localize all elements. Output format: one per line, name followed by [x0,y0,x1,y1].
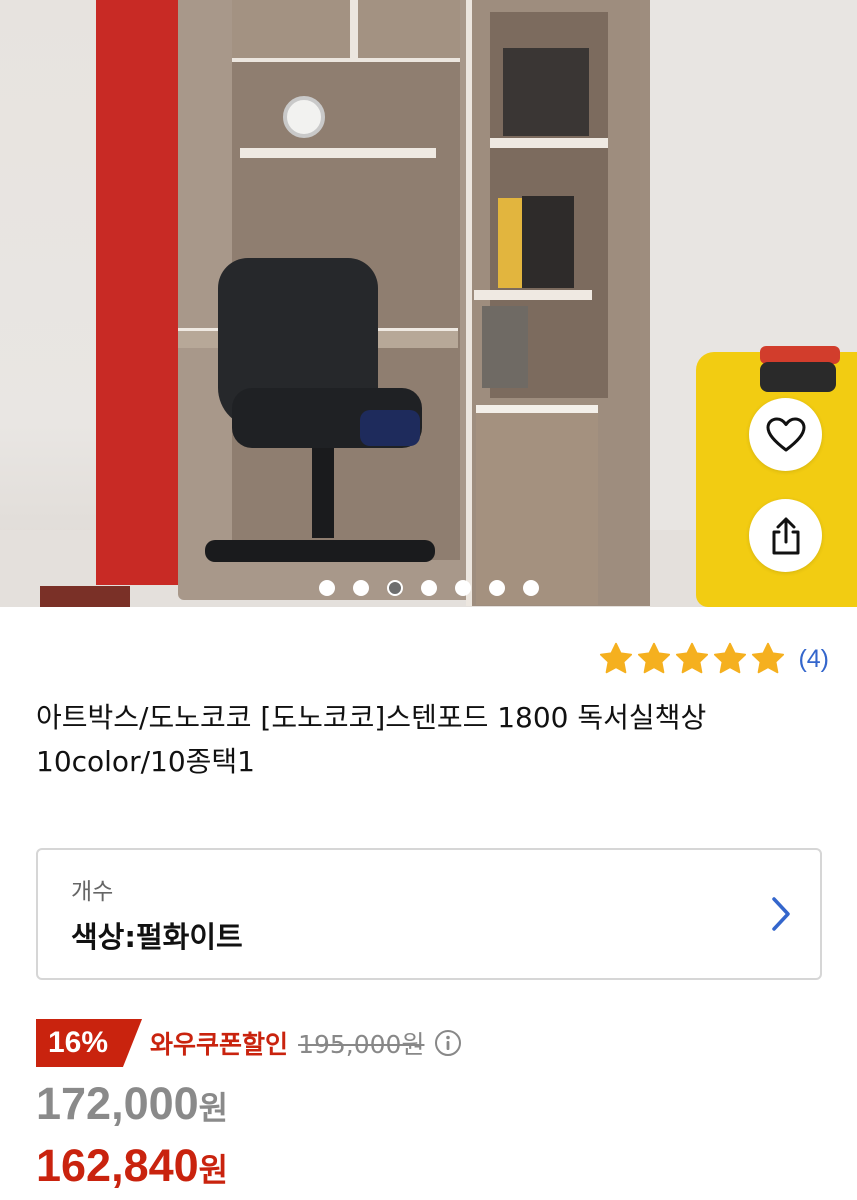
share-icon [772,517,799,554]
option-selector[interactable]: 개수 색상:펄화이트 [36,848,822,980]
star-icon [638,642,671,674]
photo-suitcase-handle [760,362,836,392]
photo-bookcase-shelf [474,290,592,300]
coupon-label: 와우쿠폰할인 [150,1030,289,1059]
option-value: 색상:펄화이트 [71,920,243,954]
star-icon [676,642,709,674]
gallery-dot[interactable] [318,580,335,596]
gallery-pagination[interactable] [0,580,857,598]
photo-books [503,48,589,136]
heart-icon [766,417,805,451]
review-count[interactable]: (4) [798,645,829,674]
original-price: 195,000원 [298,1030,425,1059]
star-rating [598,641,786,677]
photo-bookcase-shelf [490,138,608,148]
photo-bookcase-door [476,405,598,605]
photo-chair-post [312,448,334,538]
final-price-number: 162,840 [36,1140,199,1191]
photo-desk-cabinet [232,0,460,62]
photo-books [498,198,522,288]
product-title: 아트박스/도노코코 [도노코코]스텐포드 1800 독서실책상 10color/… [36,701,707,778]
share-button[interactable] [749,499,822,572]
discount-row: 16% 와우쿠폰할인 195,000원 [36,1018,462,1068]
photo-books [522,196,574,288]
product-rating[interactable]: (4) [598,640,829,678]
star-icon [714,642,747,674]
wishlist-button[interactable] [749,398,822,471]
gallery-dot[interactable] [386,580,403,596]
photo-chair-base [205,540,435,562]
photo-cabinet-split [350,0,358,58]
final-price-unit: 원 [198,1151,229,1189]
photo-desk-shelf [240,148,436,158]
product-image-gallery[interactable] [0,0,857,607]
final-price: 162,840원 [36,1140,228,1192]
gallery-dot[interactable] [454,580,471,596]
option-label: 개수 [71,879,114,905]
chevron-right-icon [772,897,790,931]
list-price-unit: 원 [198,1089,229,1127]
photo-books [482,306,528,388]
gallery-dot[interactable] [488,580,505,596]
info-icon[interactable] [434,1029,462,1057]
gallery-dot[interactable] [420,580,437,596]
discount-badge: 16% [36,1019,143,1067]
gallery-dot[interactable] [352,580,369,596]
list-price: 172,000원 [36,1078,228,1130]
list-price-number: 172,000 [36,1078,199,1129]
star-icon [752,642,785,674]
photo-clock [283,96,325,138]
star-icon [600,642,633,674]
photo-chair-cushion [360,410,420,446]
gallery-dot[interactable] [522,580,539,596]
